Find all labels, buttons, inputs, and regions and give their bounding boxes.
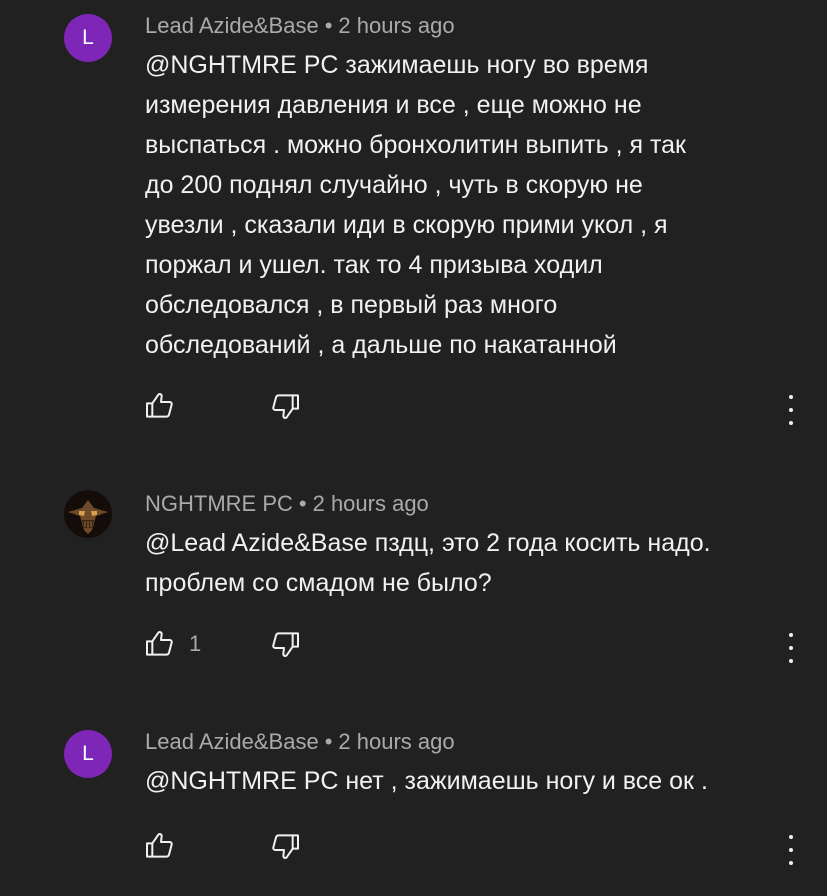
dislike-button[interactable]: [270, 390, 302, 422]
separator: •: [324, 729, 333, 754]
thumb-up-icon: [146, 393, 173, 418]
author-name[interactable]: Lead Azide&Base: [145, 13, 319, 38]
like-count: 1: [189, 631, 202, 656]
more-options-button[interactable]: [782, 835, 800, 865]
comment-actions: 1: [0, 628, 827, 668]
avatar[interactable]: L: [64, 14, 112, 62]
avatar[interactable]: L: [64, 730, 112, 778]
more-vertical-icon: [789, 633, 793, 637]
timestamp[interactable]: 2 hours ago: [338, 13, 454, 38]
like-button[interactable]: [143, 830, 189, 862]
more-options-button[interactable]: [782, 633, 800, 663]
comment-text: @NGHTMRE PC нет , зажимаешь ногу и все о…: [145, 767, 708, 795]
timestamp[interactable]: 2 hours ago: [338, 729, 454, 754]
author-name[interactable]: Lead Azide&Base: [145, 729, 319, 754]
avatar-letter: L: [82, 26, 94, 49]
timestamp[interactable]: 2 hours ago: [313, 491, 429, 516]
comment-text: @NGHTMRE PC зажимаешь ногу во время изме…: [145, 51, 686, 359]
comment-header: Lead Azide&Base • 2 hours ago: [145, 13, 455, 39]
separator: •: [324, 13, 333, 38]
more-vertical-icon: [789, 395, 793, 399]
thumb-up-icon: [146, 833, 173, 858]
thumb-down-icon: [272, 632, 299, 657]
skull-avatar-image: [64, 490, 112, 538]
dislike-button[interactable]: [270, 830, 302, 862]
like-button[interactable]: [143, 390, 189, 422]
author-name[interactable]: NGHTMRE PC: [145, 491, 293, 516]
comment-header: Lead Azide&Base • 2 hours ago: [145, 729, 455, 755]
thumb-down-icon: [272, 394, 299, 419]
avatar[interactable]: [64, 490, 112, 538]
avatar-letter: L: [82, 742, 94, 765]
comment-actions: [0, 830, 827, 870]
comment-actions: [0, 390, 827, 430]
separator: •: [298, 491, 307, 516]
thumb-down-icon: [272, 834, 299, 859]
more-vertical-icon: [789, 835, 793, 839]
like-button[interactable]: 1: [143, 628, 201, 660]
dislike-button[interactable]: [270, 628, 302, 660]
comment-header: NGHTMRE PC • 2 hours ago: [145, 491, 429, 517]
more-options-button[interactable]: [782, 395, 800, 425]
thumb-up-icon: [146, 631, 173, 656]
comment-text: @Lead Azide&Base пздц, это 2 года косить…: [145, 529, 711, 597]
